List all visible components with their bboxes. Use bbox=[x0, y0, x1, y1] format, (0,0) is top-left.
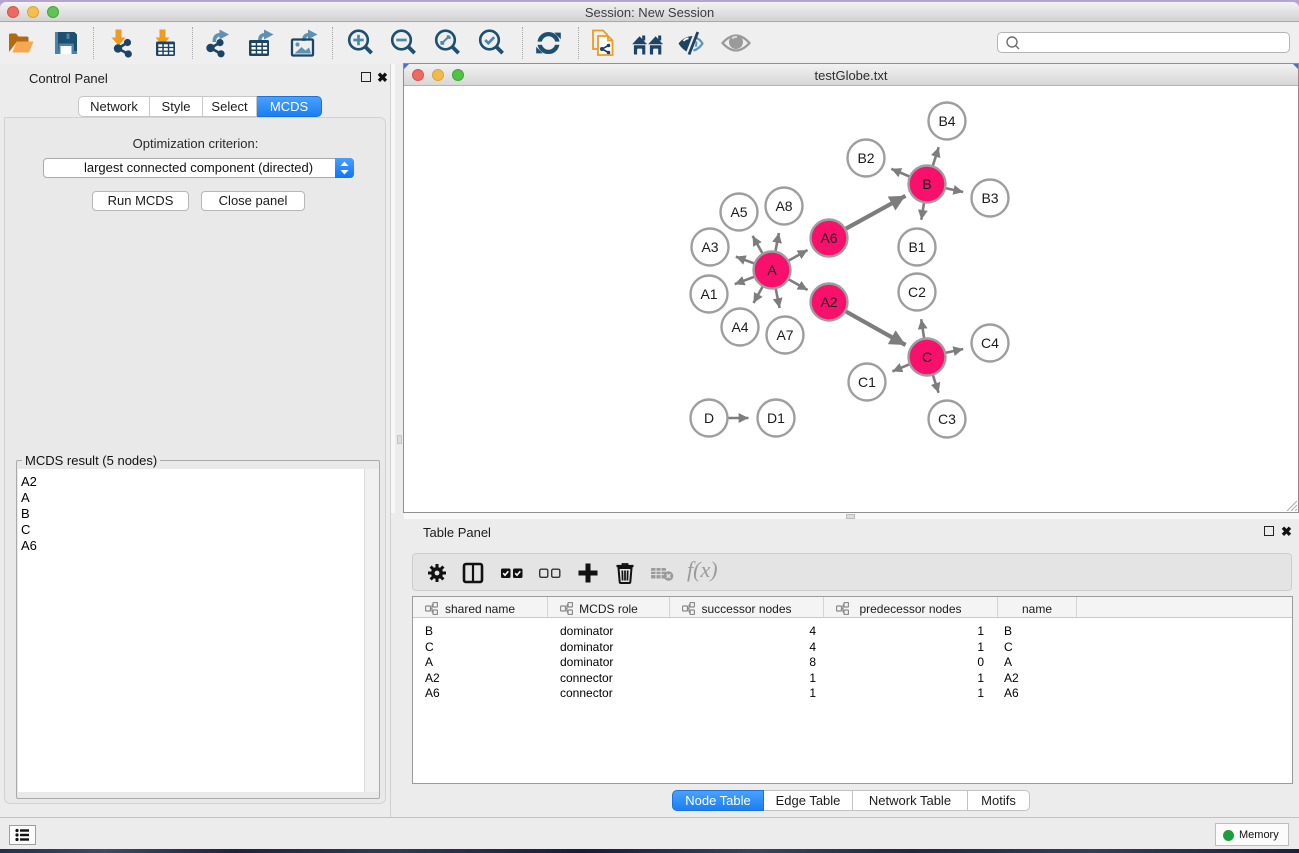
svg-text:C: C bbox=[922, 349, 932, 365]
svg-text:A6: A6 bbox=[820, 230, 837, 246]
svg-text:A3: A3 bbox=[701, 239, 718, 255]
svg-text:A4: A4 bbox=[731, 319, 748, 335]
svg-text:C2: C2 bbox=[908, 284, 926, 300]
svg-text:B2: B2 bbox=[857, 150, 874, 166]
svg-text:A8: A8 bbox=[775, 198, 792, 214]
svg-text:B: B bbox=[922, 176, 931, 192]
svg-text:A2: A2 bbox=[820, 294, 837, 310]
svg-text:B1: B1 bbox=[908, 239, 925, 255]
svg-text:A5: A5 bbox=[730, 204, 747, 220]
svg-text:C4: C4 bbox=[981, 335, 999, 351]
svg-text:A1: A1 bbox=[700, 286, 717, 302]
svg-text:D: D bbox=[704, 410, 714, 426]
svg-text:C1: C1 bbox=[858, 374, 876, 390]
svg-text:D1: D1 bbox=[767, 410, 785, 426]
svg-text:B4: B4 bbox=[938, 113, 955, 129]
svg-text:A: A bbox=[767, 262, 777, 278]
svg-text:A7: A7 bbox=[776, 327, 793, 343]
svg-text:B3: B3 bbox=[981, 190, 998, 206]
svg-text:C3: C3 bbox=[938, 411, 956, 427]
